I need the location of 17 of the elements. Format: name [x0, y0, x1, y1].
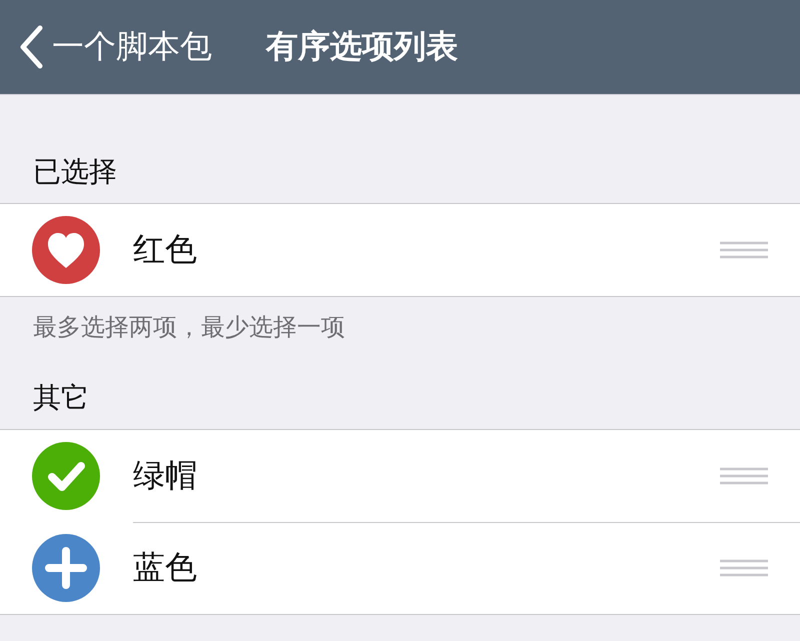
item-label: 蓝色 [133, 546, 198, 588]
item-label: 红色 [133, 228, 198, 270]
list-row[interactable]: 绿帽 [0, 430, 800, 522]
section-header: 已选择 [32, 154, 118, 190]
section-footer: 最多选择两项，最少选择一项 [0, 296, 800, 342]
drag-handle-icon[interactable] [720, 240, 768, 259]
plus-icon[interactable] [32, 534, 100, 602]
chevron-left-icon [18, 25, 44, 69]
drag-handle-icon[interactable] [720, 466, 768, 485]
list-row[interactable]: 蓝色 [0, 522, 800, 614]
back-button[interactable]: 一个脚本包 [18, 25, 212, 69]
item-label: 绿帽 [133, 454, 198, 496]
list-row[interactable]: 红色 [0, 204, 800, 296]
drag-handle-icon[interactable] [720, 558, 768, 577]
section-header: 其它 [32, 380, 90, 416]
checkmark-icon[interactable] [32, 442, 100, 510]
nav-title: 有序选项列表 [266, 26, 458, 67]
